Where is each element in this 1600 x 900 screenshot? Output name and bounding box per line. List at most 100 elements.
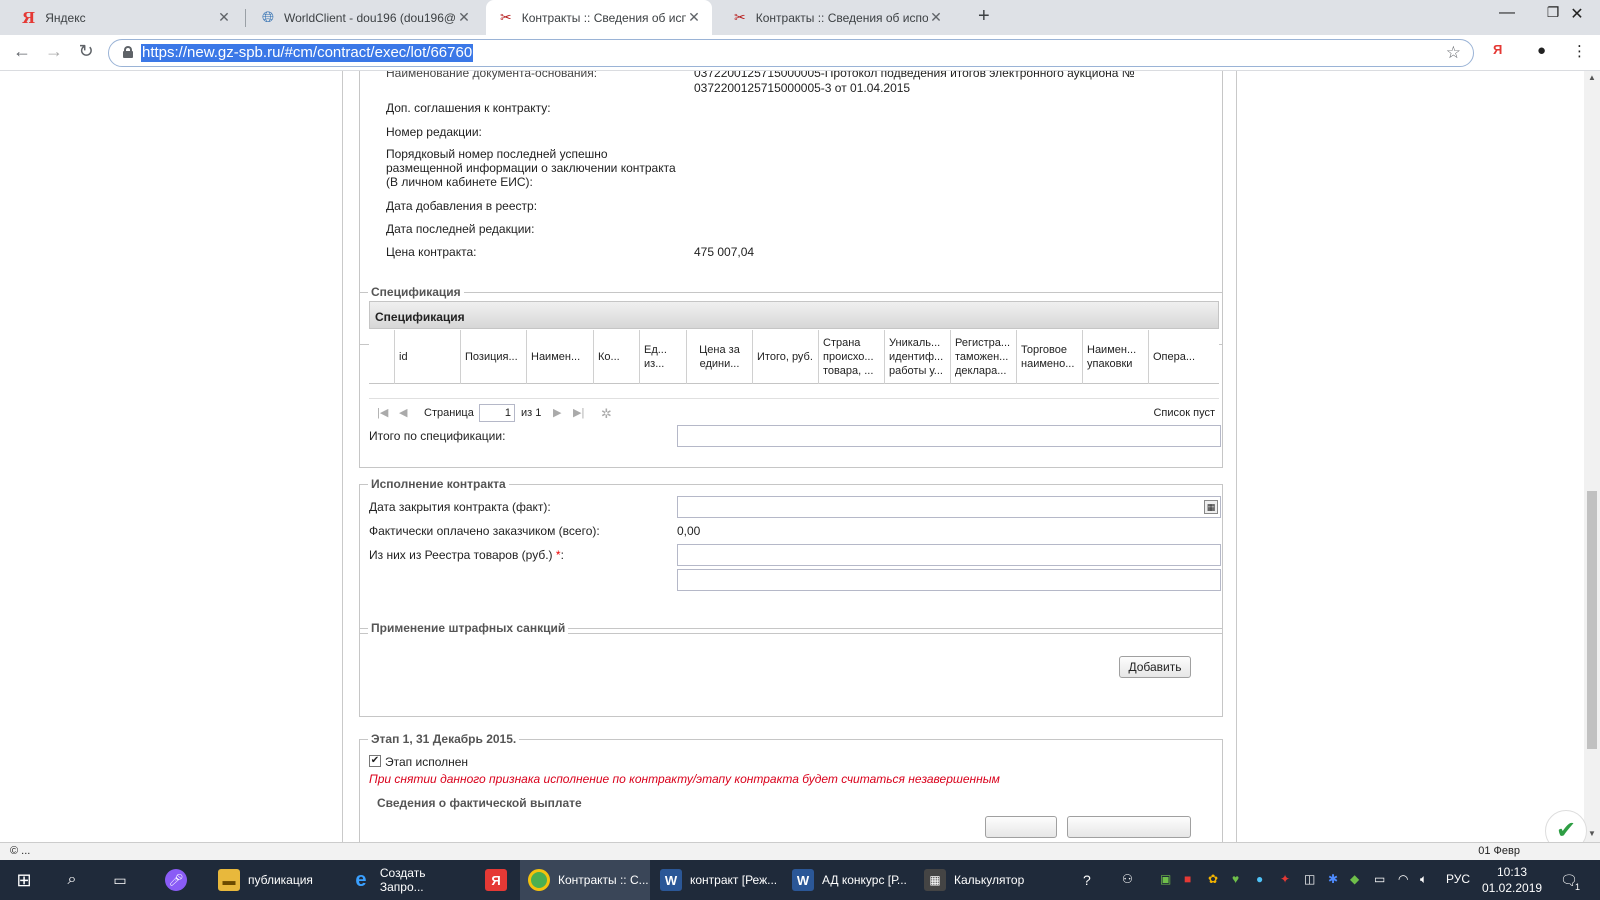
volume-icon[interactable]: 🔈︎	[1420, 872, 1427, 887]
close-date-input[interactable]: ▦	[677, 496, 1221, 518]
scrollbar-thumb[interactable]	[1587, 491, 1597, 749]
basis-doc-label: Наименование документа-основания:	[386, 71, 598, 80]
column-header[interactable]: Наимен... упаковки	[1083, 330, 1149, 384]
bookmark-star-icon[interactable]: ☆	[1446, 43, 1461, 63]
spec-total-field	[677, 425, 1221, 447]
tab-contracts-active[interactable]: ✂ Контракты :: Сведения об испо ✕	[486, 0, 712, 35]
stage-done-checkbox[interactable]: ✔	[369, 755, 381, 767]
close-icon[interactable]: ✕	[928, 9, 944, 26]
price-value: 475 007,04	[694, 245, 755, 259]
column-header[interactable]: Регистра... таможен... деклара...	[951, 330, 1017, 384]
page-scrollbar[interactable]: ▲ ▼	[1584, 71, 1600, 842]
language-indicator[interactable]: РУС	[1446, 872, 1470, 886]
globe-icon: 🌐︎	[262, 9, 275, 26]
column-header[interactable]: id	[395, 330, 461, 384]
minimize-icon[interactable]: —	[1484, 4, 1530, 22]
help-icon[interactable]: ?	[1083, 872, 1091, 888]
spec-total-label: Итого по спецификации:	[369, 429, 506, 443]
folder-icon: ▬	[218, 869, 240, 891]
column-header[interactable]: Опера...	[1149, 330, 1219, 384]
scroll-up-icon[interactable]: ▲	[1588, 73, 1596, 82]
chrome-icon	[528, 869, 550, 891]
page-label: Страница	[424, 407, 474, 419]
back-icon[interactable]: ←	[10, 41, 34, 62]
windows-taskbar: ⊞ ⌕ ▭ 🎤︎ ▬ публикация e Создать Запро...…	[0, 860, 1600, 900]
taskbar-item-folder[interactable]: ▬ публикация	[210, 860, 340, 900]
taskbar-item-yandex[interactable]: Я	[474, 860, 518, 900]
calendar-icon[interactable]: ▦	[1204, 500, 1218, 514]
column-header[interactable]: Ко...	[594, 330, 640, 384]
search-icon[interactable]: ⌕	[50, 860, 94, 900]
stage-button-2[interactable]	[1067, 816, 1191, 838]
calculator-icon: ▦	[924, 869, 946, 891]
column-header[interactable]: Цена за едини...	[687, 330, 753, 384]
address-bar[interactable]: https://new.gz-spb.ru/#cm/contract/exec/…	[108, 39, 1474, 67]
column-header[interactable]: Позиция...	[461, 330, 527, 384]
tray-app-icon[interactable]: ■	[1184, 872, 1191, 886]
bluetooth-icon[interactable]: ✱	[1328, 872, 1338, 886]
tray-app-icon[interactable]: ◆	[1350, 872, 1359, 886]
tray-app-icon[interactable]: ♥	[1232, 872, 1239, 886]
tray-app-icon[interactable]: ✿	[1208, 872, 1218, 886]
taskbar-item-word-1[interactable]: W контракт [Реж...	[652, 860, 782, 900]
tray-app-icon[interactable]: ▣	[1160, 872, 1171, 886]
price-label: Цена контракта:	[386, 245, 477, 259]
spec-grid: Спецификация id Позиция... Наимен... Ко.…	[369, 301, 1219, 401]
tab-yandex[interactable]: Я Яндекс ✕	[8, 0, 242, 35]
people-icon[interactable]: ⚇	[1122, 872, 1133, 886]
new-tab-icon[interactable]: +	[978, 5, 990, 28]
paid-value: 0,00	[677, 524, 701, 538]
contract-form: Наименование документа-основания: 037220…	[342, 71, 1237, 842]
tab-worldclient[interactable]: 🌐︎ WorldClient - dou196 (dou196@ ✕	[248, 0, 482, 35]
add-penalty-button[interactable]: Добавить	[1119, 656, 1191, 678]
windows-start-icon[interactable]: ⊞	[0, 860, 48, 900]
close-icon[interactable]: ✕	[686, 9, 702, 26]
next-page-icon[interactable]: ▶	[553, 406, 561, 419]
registry-amount-input[interactable]	[677, 544, 1221, 566]
column-header[interactable]: Страна происхо... товара, ...	[819, 330, 885, 384]
taskbar-item-calculator[interactable]: ▦ Калькулятор	[916, 860, 1046, 900]
menu-icon[interactable]: ⋮	[1572, 42, 1587, 60]
battery-icon[interactable]: ▭	[1374, 872, 1385, 886]
registry-extra-input[interactable]	[677, 569, 1221, 591]
page-number-input[interactable]: 1	[479, 404, 515, 422]
close-icon[interactable]: ✕	[216, 9, 232, 26]
url-text[interactable]: https://new.gz-spb.ru/#cm/contract/exec/…	[141, 44, 474, 62]
tray-app-icon[interactable]: ●	[1256, 872, 1263, 886]
basis-doc-value-line1: 0372200125715000005-Протокол подведения …	[694, 71, 1135, 80]
stage-button-1[interactable]	[985, 816, 1057, 838]
window-close-icon[interactable]: ✕	[1554, 4, 1600, 24]
yandex-button[interactable]: Я	[1493, 42, 1502, 57]
scroll-down-icon[interactable]: ▼	[1588, 829, 1596, 838]
status-right-text: 01 Февр	[1478, 845, 1520, 857]
forward-icon[interactable]: →	[42, 41, 66, 62]
last-page-icon[interactable]: ▶|	[573, 406, 584, 419]
account-icon[interactable]: ●	[1537, 42, 1546, 59]
prev-page-icon[interactable]: ◀	[399, 406, 407, 419]
status-bar: © ... 01 Февр	[0, 842, 1600, 860]
spec-legend: Спецификация	[368, 285, 464, 299]
taskbar-item-word-2[interactable]: W АД конкурс [Р...	[784, 860, 914, 900]
wifi-icon[interactable]: ◠	[1398, 872, 1408, 886]
word-icon: W	[660, 869, 682, 891]
column-header-checkbox[interactable]	[369, 330, 395, 384]
column-header[interactable]: Наимен...	[527, 330, 594, 384]
reload-icon[interactable]: ↻	[74, 41, 98, 62]
column-header[interactable]: Итого, руб.	[753, 330, 819, 384]
tray-app-icon[interactable]: ✦	[1280, 872, 1290, 886]
word-icon: W	[792, 869, 814, 891]
column-header[interactable]: Торговое наимено...	[1017, 330, 1083, 384]
column-header[interactable]: Уникаль... идентиф... работы у...	[885, 330, 951, 384]
column-header[interactable]: Ед... из...	[640, 330, 687, 384]
task-view-icon[interactable]: ▭	[98, 860, 142, 900]
taskbar-item-label: Калькулятор	[954, 873, 1025, 887]
first-page-icon[interactable]: |◀	[377, 406, 388, 419]
cortana-mic-icon[interactable]: 🎤︎	[158, 860, 194, 900]
tray-app-icon[interactable]: ◫	[1304, 872, 1315, 886]
close-icon[interactable]: ✕	[456, 9, 472, 26]
tab-contracts[interactable]: ✂ Контракты :: Сведения об испо ✕	[720, 0, 954, 35]
refresh-icon[interactable]: ✲	[601, 406, 612, 422]
taskbar-item-chrome[interactable]: Контракты :: С...	[520, 860, 650, 900]
taskbar-clock[interactable]: 10:13 01.02.2019	[1482, 864, 1542, 896]
taskbar-item-ie[interactable]: e Создать Запро...	[342, 860, 472, 900]
